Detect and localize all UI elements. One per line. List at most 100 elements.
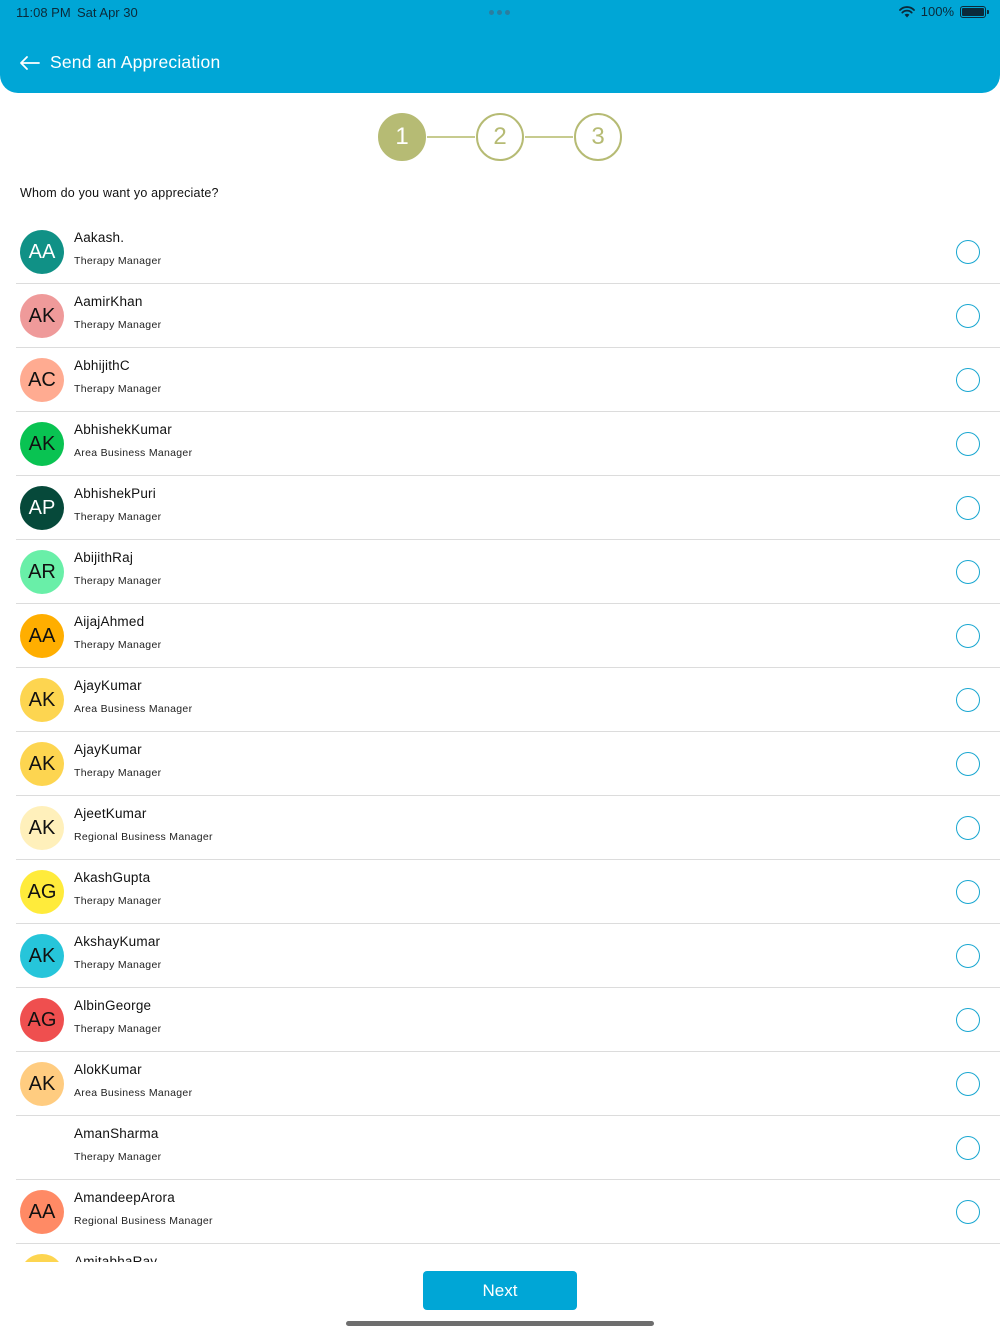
person-row[interactable]: AG AlbinGeorge Therapy Manager (0, 988, 1000, 1052)
person-row[interactable]: AK AbhishekKumar Area Business Manager (0, 412, 1000, 476)
person-role: Regional Business Manager (74, 1215, 213, 1227)
person-name: AjayKumar (74, 678, 142, 693)
person-row[interactable]: AR AbijithRaj Therapy Manager (0, 540, 1000, 604)
person-name: AmanSharma (74, 1126, 159, 1141)
avatar: AK (20, 678, 64, 722)
back-arrow-icon[interactable] (18, 53, 42, 73)
person-name: AbhishekPuri (74, 486, 156, 501)
person-role: Area Business Manager (74, 447, 193, 459)
avatar: AK (20, 422, 64, 466)
people-list[interactable]: AA Aakash. Therapy Manager AK AamirKhan Thera… (0, 220, 1000, 1262)
person-row[interactable]: AG AkashGupta Therapy Manager (0, 860, 1000, 924)
avatar (20, 1254, 64, 1262)
person-role: Therapy Manager (74, 1023, 162, 1035)
wifi-icon (898, 6, 915, 18)
person-row[interactable]: AA Aakash. Therapy Manager (0, 220, 1000, 284)
select-radio-button[interactable] (956, 560, 980, 584)
person-role: Therapy Manager (74, 319, 162, 331)
select-radio-button[interactable] (956, 496, 980, 520)
select-radio-button[interactable] (956, 880, 980, 904)
person-row[interactable]: AK AjeetKumar Regional Business Manager (0, 796, 1000, 860)
person-row[interactable]: AA AijajAhmed Therapy Manager (0, 604, 1000, 668)
select-radio-button[interactable] (956, 1008, 980, 1032)
avatar: AK (20, 294, 64, 338)
person-name: AamirKhan (74, 294, 143, 309)
person-row[interactable]: AK AlokKumar Area Business Manager (0, 1052, 1000, 1116)
status-date: Sat Apr 30 (77, 5, 138, 20)
person-row[interactable]: AA AmandeepArora Regional Business Manager (0, 1180, 1000, 1244)
person-role: Therapy Manager (74, 575, 162, 587)
avatar: AK (20, 934, 64, 978)
step-connector (427, 136, 475, 138)
battery-percentage: 100% (920, 4, 954, 19)
person-name: AbijithRaj (74, 550, 134, 565)
status-time: 11:08 PM (16, 5, 71, 20)
select-radio-button[interactable] (956, 624, 980, 648)
avatar: AA (20, 230, 64, 274)
select-radio-button[interactable] (956, 432, 980, 456)
person-role: Therapy Manager (74, 511, 162, 523)
person-row[interactable]: AK AamirKhan Therapy Manager (0, 284, 1000, 348)
avatar: AK (20, 1062, 64, 1106)
step-3: 3 (574, 113, 622, 161)
person-row[interactable]: AC AbhijithC Therapy Manager (0, 348, 1000, 412)
person-role: Therapy Manager (74, 639, 162, 651)
progress-stepper: 1 2 3 (378, 113, 623, 161)
person-row[interactable]: AK AjayKumar Therapy Manager (0, 732, 1000, 796)
select-radio-button[interactable] (956, 1072, 980, 1096)
select-radio-button[interactable] (956, 304, 980, 328)
select-radio-button[interactable] (956, 1136, 980, 1160)
question-label: Whom do you want yo appreciate? (20, 186, 219, 200)
person-name: AlokKumar (74, 1062, 142, 1077)
avatar: AG (20, 998, 64, 1042)
person-role: Therapy Manager (74, 383, 162, 395)
person-row[interactable]: AmitabhaRay (0, 1244, 1000, 1262)
person-name: Aakash. (74, 230, 125, 245)
home-indicator (346, 1321, 654, 1326)
select-radio-button[interactable] (956, 944, 980, 968)
person-name: AjayKumar (74, 742, 142, 757)
person-role: Therapy Manager (74, 959, 162, 971)
select-radio-button[interactable] (956, 816, 980, 840)
select-radio-button[interactable] (956, 752, 980, 776)
person-row[interactable]: AK AjayKumar Area Business Manager (0, 668, 1000, 732)
next-button[interactable]: Next (423, 1271, 577, 1310)
person-name: AmitabhaRay (74, 1254, 158, 1262)
avatar: AG (20, 870, 64, 914)
person-role: Area Business Manager (74, 1087, 193, 1099)
avatar: AC (20, 358, 64, 402)
person-row[interactable]: AK AkshayKumar Therapy Manager (0, 924, 1000, 988)
person-role: Therapy Manager (74, 1151, 162, 1163)
battery-icon (960, 5, 989, 18)
avatar: AR (20, 550, 64, 594)
app-header: 11:08 PM Sat Apr 30 100% Send an Appreci… (0, 0, 1000, 93)
person-name: AbhijithC (74, 358, 130, 373)
person-role: Area Business Manager (74, 703, 193, 715)
person-name: AbhishekKumar (74, 422, 172, 437)
step-1: 1 (378, 113, 426, 161)
person-name: AkashGupta (74, 870, 151, 885)
person-row[interactable]: AP AbhishekPuri Therapy Manager (0, 476, 1000, 540)
person-name: AjeetKumar (74, 806, 147, 821)
avatar (20, 1126, 64, 1170)
person-role: Therapy Manager (74, 895, 162, 907)
person-row[interactable]: AmanSharma Therapy Manager (0, 1116, 1000, 1180)
avatar: AP (20, 486, 64, 530)
step-2: 2 (476, 113, 524, 161)
person-name: AlbinGeorge (74, 998, 152, 1013)
select-radio-button[interactable] (956, 240, 980, 264)
status-indicators: 100% (898, 4, 989, 19)
person-name: AmandeepArora (74, 1190, 175, 1205)
step-connector (525, 136, 573, 138)
select-radio-button[interactable] (956, 688, 980, 712)
select-radio-button[interactable] (956, 1200, 980, 1224)
multitasking-dots-icon[interactable] (489, 10, 510, 15)
person-role: Therapy Manager (74, 255, 162, 267)
page-title: Send an Appreciation (50, 52, 221, 72)
person-role: Regional Business Manager (74, 831, 213, 843)
person-role: Therapy Manager (74, 767, 162, 779)
avatar: AK (20, 742, 64, 786)
avatar: AA (20, 614, 64, 658)
select-radio-button[interactable] (956, 368, 980, 392)
person-name: AkshayKumar (74, 934, 161, 949)
